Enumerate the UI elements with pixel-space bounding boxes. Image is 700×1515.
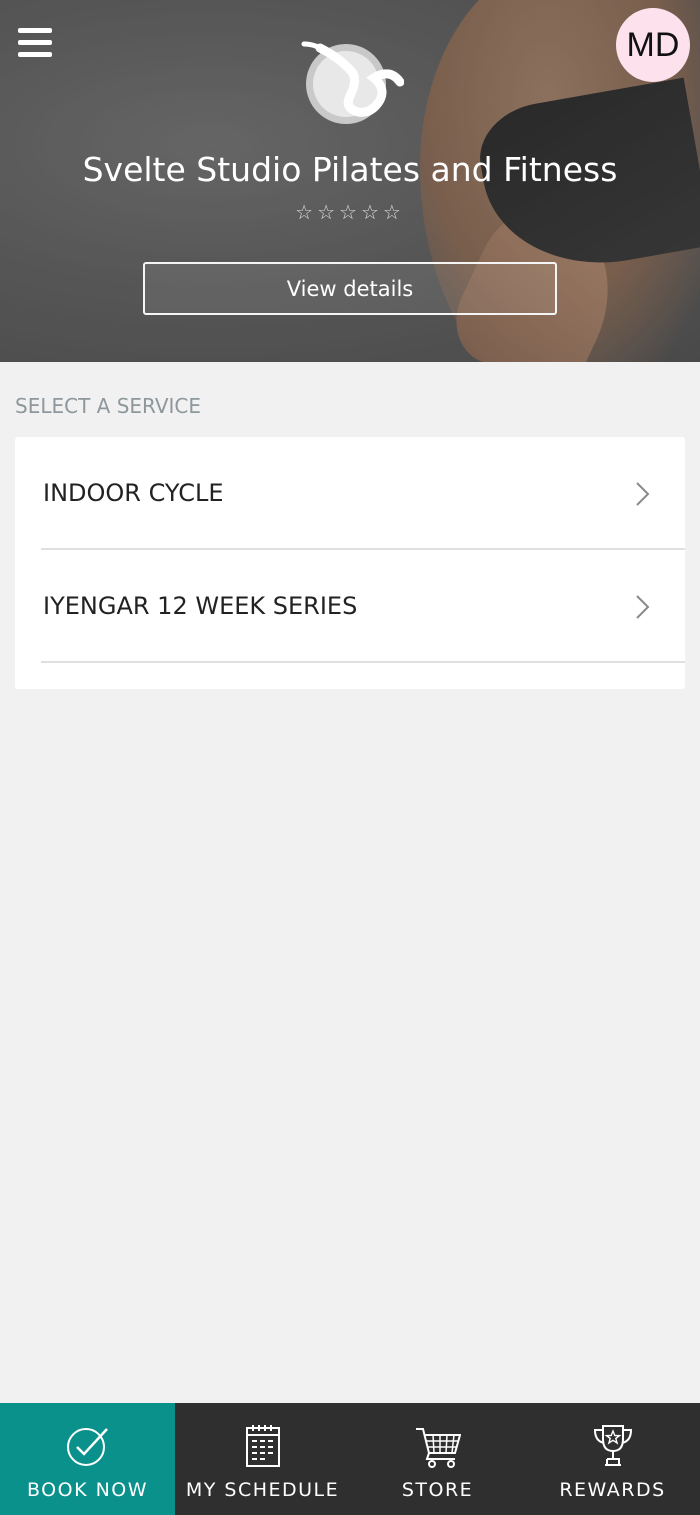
- hamburger-menu-icon[interactable]: [18, 28, 52, 62]
- tab-store[interactable]: STORE: [350, 1403, 525, 1515]
- chevron-right-icon: [636, 482, 650, 506]
- studio-logo: [301, 41, 404, 124]
- service-item-indoor-cycle[interactable]: INDOOR CYCLE: [41, 437, 685, 550]
- tab-label: REWARDS: [559, 1479, 666, 1501]
- service-item-iyengar[interactable]: IYENGAR 12 WEEK SERIES: [41, 550, 685, 663]
- header-banner: MD Svelte Studio Pilates and Fitness ☆☆☆…: [0, 0, 700, 362]
- tab-label: BOOK NOW: [26, 1479, 149, 1501]
- view-details-button[interactable]: View details: [143, 262, 557, 315]
- tab-book-now[interactable]: BOOK NOW: [0, 1403, 175, 1515]
- cart-icon: [415, 1428, 461, 1468]
- chevron-right-icon: [636, 595, 650, 619]
- avatar[interactable]: MD: [616, 8, 690, 82]
- studio-title: Svelte Studio Pilates and Fitness: [82, 150, 618, 189]
- bottom-tab-bar: BOOK NOW MY SCHEDULE STORE REWARDS: [0, 1403, 700, 1515]
- check-circle-icon: [66, 1428, 108, 1466]
- tab-rewards[interactable]: REWARDS: [525, 1403, 700, 1515]
- tab-label: MY SCHEDULE: [185, 1479, 340, 1501]
- tab-my-schedule[interactable]: MY SCHEDULE: [175, 1403, 350, 1515]
- service-list: INDOOR CYCLE IYENGAR 12 WEEK SERIES: [15, 437, 685, 689]
- calendar-icon: [245, 1425, 280, 1467]
- service-item-label: IYENGAR 12 WEEK SERIES: [43, 591, 358, 620]
- tab-label: STORE: [401, 1479, 474, 1501]
- service-item-label: INDOOR CYCLE: [43, 478, 224, 507]
- section-label: SELECT A SERVICE: [15, 394, 202, 418]
- trophy-icon: [593, 1425, 632, 1466]
- rating-stars: ☆☆☆☆☆: [295, 202, 405, 224]
